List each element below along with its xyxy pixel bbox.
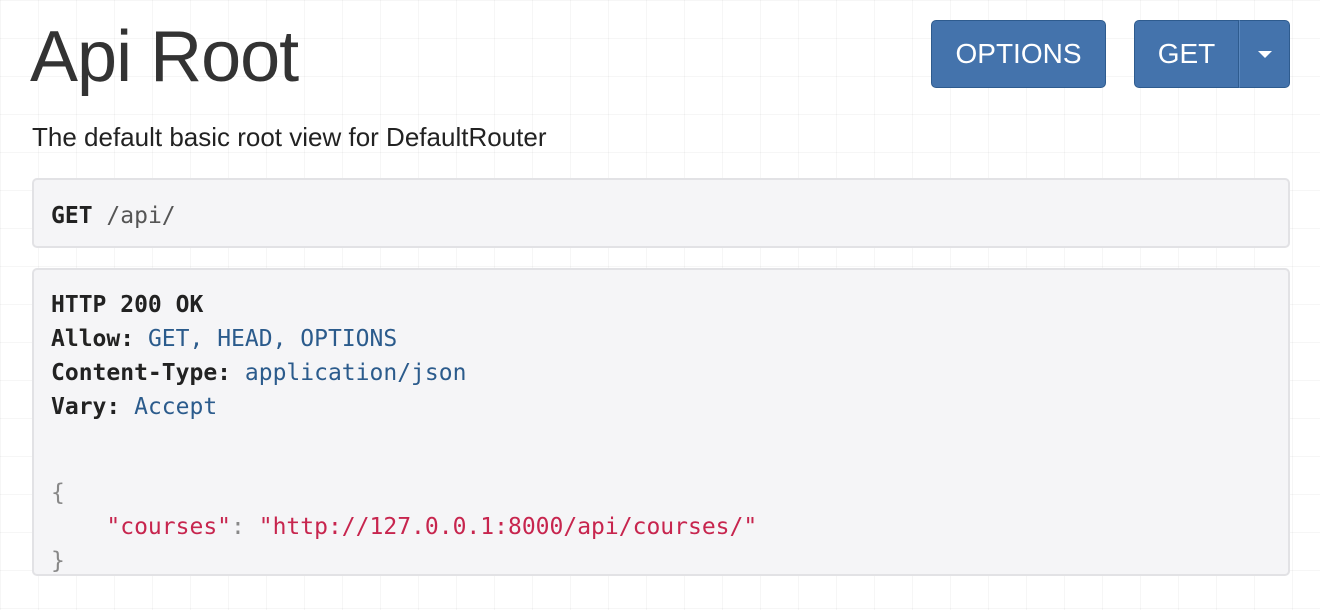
- header-name: Vary:: [51, 394, 121, 420]
- response-status: HTTP 200 OK: [51, 292, 204, 318]
- page-title: Api Root: [30, 17, 299, 97]
- request-line: GET /api/: [51, 199, 1288, 233]
- header-value: application/json: [244, 360, 467, 386]
- response-info-panel: HTTP 200 OK Allow: GET, HEAD, OPTIONS Co…: [32, 268, 1290, 576]
- get-button[interactable]: GET: [1134, 20, 1239, 88]
- header-name: Allow:: [51, 326, 135, 352]
- json-open-brace: {: [51, 480, 65, 506]
- options-button[interactable]: OPTIONS: [931, 20, 1106, 88]
- caret-down-icon: [1257, 50, 1272, 58]
- response-header-vary: Vary: Accept: [51, 390, 1288, 424]
- json-close-brace: }: [51, 548, 65, 574]
- response-header-allow: Allow: GET, HEAD, OPTIONS: [51, 322, 1288, 356]
- json-key: "courses": [106, 514, 232, 540]
- json-entry-courses: "courses": "http://127.0.0.1:8000/api/co…: [51, 510, 1288, 544]
- page-description: The default basic root view for DefaultR…: [32, 122, 547, 152]
- request-info-panel: GET /api/: [32, 178, 1290, 248]
- json-colon: :: [231, 514, 259, 540]
- header-name: Content-Type:: [51, 360, 232, 386]
- request-method: GET: [51, 203, 93, 229]
- header-value: Accept: [134, 394, 218, 420]
- get-button-group: GET: [1134, 20, 1290, 88]
- request-path: /api/: [106, 203, 176, 229]
- header-value: GET, HEAD, OPTIONS: [147, 326, 398, 352]
- courses-link[interactable]: "http://127.0.0.1:8000/api/courses/": [259, 514, 758, 540]
- format-dropdown-button[interactable]: [1239, 20, 1290, 88]
- response-header-content-type: Content-Type: application/json: [51, 356, 1288, 390]
